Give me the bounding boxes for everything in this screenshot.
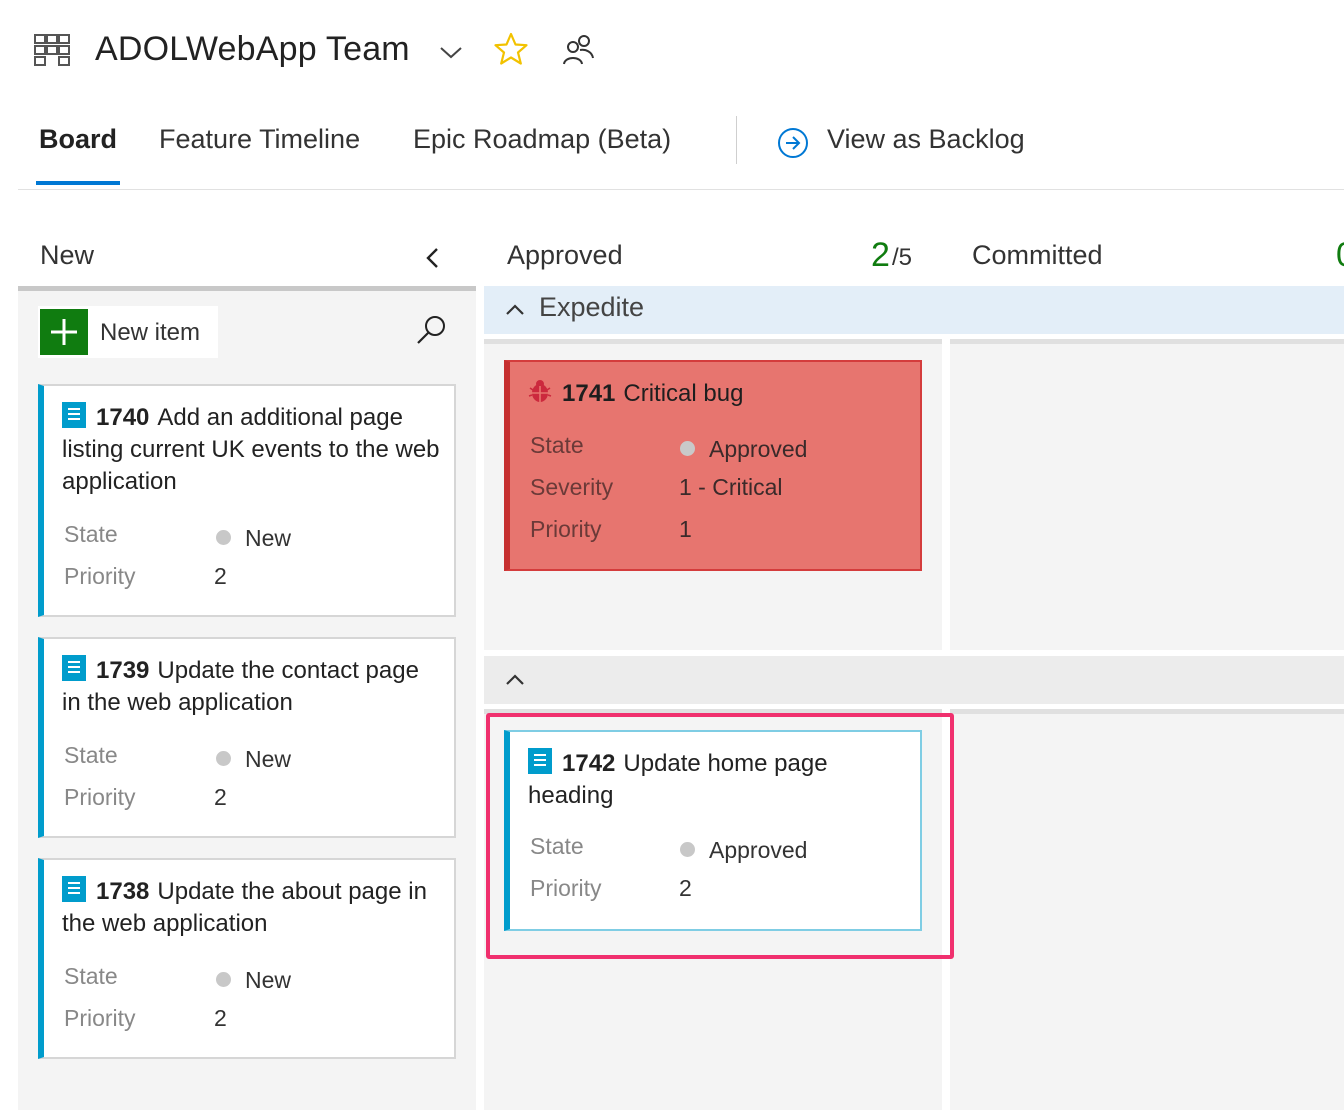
card-title: 1741 Critical bug [528,378,908,410]
state-dot [216,972,231,987]
wip-count-committed: 0 [1336,236,1344,275]
priority-label: Priority [64,784,136,810]
wip-count: 2 [871,236,890,274]
chevron-down-icon[interactable] [438,42,464,62]
column-header-committed: Committed [972,240,1103,270]
column-header-approved: Approved [507,240,623,270]
priority-value: 2 [214,1005,227,1031]
card-title: 1738 Update the about page in the web app… [62,876,442,940]
plus-icon [40,309,88,355]
active-tab-indicator [36,181,120,185]
state-dot [680,842,695,857]
user-story-icon [62,402,86,428]
search-icon[interactable] [414,312,450,348]
state-value: New [216,746,291,773]
work-item-id[interactable]: 1740 [96,404,149,431]
swimlane-header-expedite: Expedite [484,286,1344,334]
state-value: Approved [680,436,807,463]
arrow-circle-right-icon[interactable] [776,126,810,160]
new-item-label: New item [100,319,201,346]
team-board-icon [34,34,70,66]
severity-value: 1 - Critical [679,474,783,500]
work-item-id[interactable]: 1742 [562,750,615,777]
column-header-new: New [40,240,95,270]
state-dot [680,441,695,456]
state-label: State [530,833,584,859]
priority-label: Priority [530,516,602,542]
state-label: State [64,521,118,547]
bug-card-1741[interactable]: 1741 Critical bug State Approved Severity… [504,360,922,571]
user-story-icon [62,655,86,681]
tab-epic-roadmap[interactable]: Epic Roadmap (Beta) [413,124,671,155]
default-committed-cell [950,714,1344,1110]
priority-label: Priority [530,875,602,901]
new-item-button[interactable]: New item [38,306,218,358]
priority-value: 2 [214,563,227,589]
view-as-backlog-link[interactable]: View as Backlog [827,124,1025,155]
severity-label: Severity [530,474,614,500]
bug-icon [528,380,552,402]
swimlane-header-default [484,656,1344,704]
tab-divider [736,116,737,164]
priority-value: 2 [214,784,227,810]
work-item-id[interactable]: 1739 [96,657,149,684]
tab-feature-timeline[interactable]: Feature Timeline [159,124,360,155]
chevron-left-icon[interactable] [420,244,446,272]
work-item-id[interactable]: 1741 [562,380,615,407]
priority-value: 1 [679,516,692,542]
work-item-card-1738[interactable]: 1738 Update the about page in the web app… [38,858,456,1059]
board-tabs: Board Feature Timeline Epic Roadmap (Bet… [18,100,1344,190]
state-dot [216,530,231,545]
user-story-icon [62,876,86,902]
state-value: New [216,525,291,552]
work-item-id[interactable]: 1738 [96,878,149,905]
priority-value: 2 [679,875,692,901]
state-dot [216,751,231,766]
expedite-committed-cell [950,344,1344,650]
work-item-title[interactable]: Critical bug [623,380,743,407]
state-value: New [216,967,291,994]
priority-label: Priority [64,563,136,589]
user-story-icon [528,748,552,774]
card-title: 1740 Add an additional page listing curre… [62,402,442,498]
tab-board[interactable]: Board [39,124,117,155]
work-item-card-1742[interactable]: 1742 Update home page heading State Appro… [504,730,922,931]
state-label: State [64,963,118,989]
work-item-card-1739[interactable]: 1739 Update the contact page in the web a… [38,637,456,838]
work-item-card-1740[interactable]: 1740 Add an additional page listing curre… [38,384,456,617]
people-icon[interactable] [560,32,596,68]
team-header: ADOLWebApp Team [0,0,1344,100]
priority-label: Priority [64,1005,136,1031]
chevron-up-icon[interactable] [504,670,526,690]
swimlane-title: Expedite [539,292,645,322]
wip-limit: /5 [892,244,913,271]
state-label: State [530,432,584,458]
team-name[interactable]: ADOLWebApp Team [95,30,410,69]
chevron-up-icon[interactable] [504,300,526,320]
star-icon[interactable] [493,31,529,67]
state-value: Approved [680,837,807,864]
card-title: 1739 Update the contact page in the web a… [62,655,442,719]
state-label: State [64,742,118,768]
card-title: 1742 Update home page heading [528,748,908,812]
